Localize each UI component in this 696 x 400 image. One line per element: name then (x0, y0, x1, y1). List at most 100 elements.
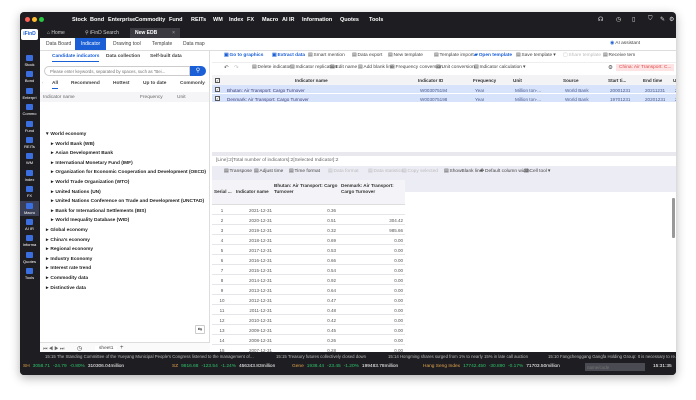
table-cell[interactable]: 0.00 (339, 328, 403, 333)
tab-data-collection[interactable]: Data collection (106, 54, 140, 59)
table-cell[interactable]: 2 (212, 218, 232, 223)
menu-ai-ir[interactable]: AI IR (282, 17, 295, 23)
column-header-end-time[interactable]: End time (643, 78, 662, 83)
close-window-button[interactable] (25, 17, 30, 22)
tab-data-board[interactable]: Data Board (40, 38, 77, 50)
tab-candidate-indicators[interactable]: Candidate indicators (52, 54, 100, 62)
table-cell[interactable]: 2018-12-31 (234, 238, 272, 243)
table-cell[interactable]: 2011-12-31 (234, 308, 272, 313)
tree-item[interactable]: ▸ International Monetary Fund (IMF) (51, 161, 133, 166)
tree-item[interactable]: ▸ Organization for Economic Cooperation a… (51, 170, 206, 175)
table-cell[interactable]: 2010-12-31 (234, 318, 272, 323)
table-cell[interactable]: 2008-12-31 (234, 338, 272, 343)
table-cell[interactable]: 0.00 (339, 268, 403, 273)
table-cell[interactable]: 985.66 (339, 228, 403, 233)
scroll-left-icon[interactable]: ‹ (42, 81, 44, 86)
table-cell[interactable]: 2016-12-31 (234, 258, 272, 263)
menu-fx[interactable]: FX (247, 17, 254, 23)
table-row[interactable]: 10 2012-12-31 0.47 0.00 (212, 295, 405, 305)
table-cell[interactable]: 4 (212, 238, 232, 243)
column-header-start-ti[interactable]: Start ti... (608, 78, 626, 83)
tree-item[interactable]: ▸ United Nations (UN) (51, 190, 101, 195)
open-template-button[interactable]: ▰Open template (474, 53, 512, 58)
ticker-sh[interactable]: SH 3058.71 -24.79 -0.80% 310306.04million (23, 364, 124, 369)
menu-stock[interactable]: Stock (72, 17, 87, 23)
news-item[interactable]: 15:10 Fangchenggang Gangfa Holding Group… (548, 354, 676, 359)
tree-item[interactable]: ▸ China's economy (46, 238, 90, 243)
tree-item[interactable]: ▸ World Trade Organization (WTO) (51, 180, 129, 185)
table-cell[interactable]: 2021-12-31 (234, 208, 272, 213)
select-all-checkbox[interactable]: ✓ (215, 77, 220, 83)
table-cell[interactable]: 14 (212, 338, 232, 343)
table-cell[interactable]: 0.51 (272, 218, 336, 223)
edit-name-button[interactable]: ▤Edit name (330, 65, 357, 70)
headset-icon[interactable]: ☊ (598, 16, 603, 23)
sidebar-item-enterpri[interactable]: Enterpri (20, 86, 39, 101)
new-template-button[interactable]: ▤New template (388, 53, 423, 58)
table-cell[interactable]: 0.00 (339, 318, 403, 323)
add-blank-line-button[interactable]: ▤Add blank line (358, 65, 394, 70)
wrench-icon[interactable]: ✎ (660, 16, 665, 23)
tree-item[interactable]: ▸ Bank for International Settlements (BIS… (51, 209, 146, 214)
news-item[interactable]: 15:14 Hongming shares surged from 1% to … (388, 354, 528, 359)
table-cell[interactable]: 0.53 (272, 248, 336, 253)
column-header-bhutan-air-transport-cargo-turnover[interactable]: Bhutan: Air Transport: Cargo Turnover (274, 183, 338, 195)
table-cell[interactable]: 2012-12-31 (234, 298, 272, 303)
column-header-indicator-id[interactable]: Indicator ID (418, 78, 443, 83)
table-cell[interactable]: 9 (212, 288, 232, 293)
table-cell[interactable]: 2019-12-31 (234, 228, 272, 233)
menu-index[interactable]: Index (229, 17, 243, 23)
template-import-button[interactable]: ▤Template import (434, 53, 474, 58)
menu-quotes[interactable]: Quotes (340, 17, 359, 23)
menu-macro[interactable]: Macro (262, 17, 278, 23)
table-cell[interactable]: 8 (212, 278, 232, 283)
table-row[interactable]: 11 2011-12-31 0.48 0.00 (212, 305, 405, 315)
share-template-button[interactable]: ▢Share template (563, 53, 601, 58)
table-cell[interactable]: 2017-12-31 (234, 248, 272, 253)
table-cell[interactable]: 304.42 (339, 218, 403, 223)
table-row[interactable]: ✓ Denmark: Air Transport: Cargo Turnover W… (212, 94, 676, 103)
search-tag[interactable]: China: Air Transport: C... (616, 64, 674, 71)
table-row[interactable]: 4 2018-12-31 0.69 0.00 (212, 235, 405, 245)
column-header-serial[interactable]: Serial ... (214, 189, 234, 195)
table-cell[interactable]: 1 (212, 208, 232, 213)
table-row[interactable]: 6 2016-12-31 0.66 0.00 (212, 255, 405, 265)
smart-mention-button[interactable]: ▤Smart mention (308, 53, 345, 58)
menu-wm[interactable]: WM (213, 17, 223, 23)
redo-icon[interactable]: ↷ (234, 65, 239, 71)
tree-item[interactable]: ▸ Global economy (46, 228, 88, 233)
cell-tool-button[interactable]: ▤Cell tool▾ (524, 169, 550, 174)
sidebar-item-quotes[interactable]: Quotes (20, 250, 39, 265)
table-cell[interactable]: 0.48 (272, 308, 336, 313)
table-cell[interactable]: 0.00 (339, 238, 403, 243)
menu-commodity[interactable]: Commodity (135, 17, 165, 23)
tree-item[interactable]: ▸ Regional economy (46, 247, 93, 252)
table-cell[interactable]: 0.54 (272, 268, 336, 273)
time-format-button[interactable]: ▤Time format (289, 169, 320, 174)
table-row[interactable]: 14 2008-12-31 0.26 0.00 (212, 335, 405, 345)
sheet-tab[interactable]: sheet1 (95, 345, 118, 351)
sidebar-item-commo[interactable]: Commo (20, 102, 39, 117)
table-cell[interactable]: 0.00 (339, 338, 403, 343)
table-cell[interactable]: 12 (212, 318, 232, 323)
tab-template[interactable]: Template (146, 38, 178, 50)
unit-conversion-button[interactable]: ▤Unit conversion (436, 65, 475, 70)
table-cell[interactable]: 5 (212, 248, 232, 253)
table-cell[interactable]: 6 (212, 258, 232, 263)
table-cell[interactable]: 0.00 (339, 288, 403, 293)
cat-tab-commonly[interactable]: Commonly (180, 81, 205, 86)
extract-data-button[interactable]: ▣Extract data (272, 53, 305, 58)
tree-item[interactable]: ▾ World economy (46, 132, 86, 137)
table-cell[interactable]: 2015-12-31 (234, 268, 272, 273)
table-cell[interactable]: 0.69 (272, 238, 336, 243)
adjust-time-button[interactable]: ▤Adjust time (254, 169, 283, 174)
showblank-line-button[interactable]: ▤ShowBlank line (444, 169, 482, 174)
table-cell[interactable]: 0.47 (272, 298, 336, 303)
menu-tools[interactable]: Tools (369, 17, 383, 23)
column-header-indicator-name[interactable]: Indicator name (236, 189, 272, 195)
save-template-button[interactable]: ▤Save template▾ (516, 53, 556, 58)
sidebar-item-bond[interactable]: Bond (20, 69, 39, 84)
tree-item[interactable]: ▸ Asian Development Bank (51, 151, 113, 156)
table-cell[interactable]: 13 (212, 328, 232, 333)
table-cell[interactable]: 0.00 (339, 308, 403, 313)
